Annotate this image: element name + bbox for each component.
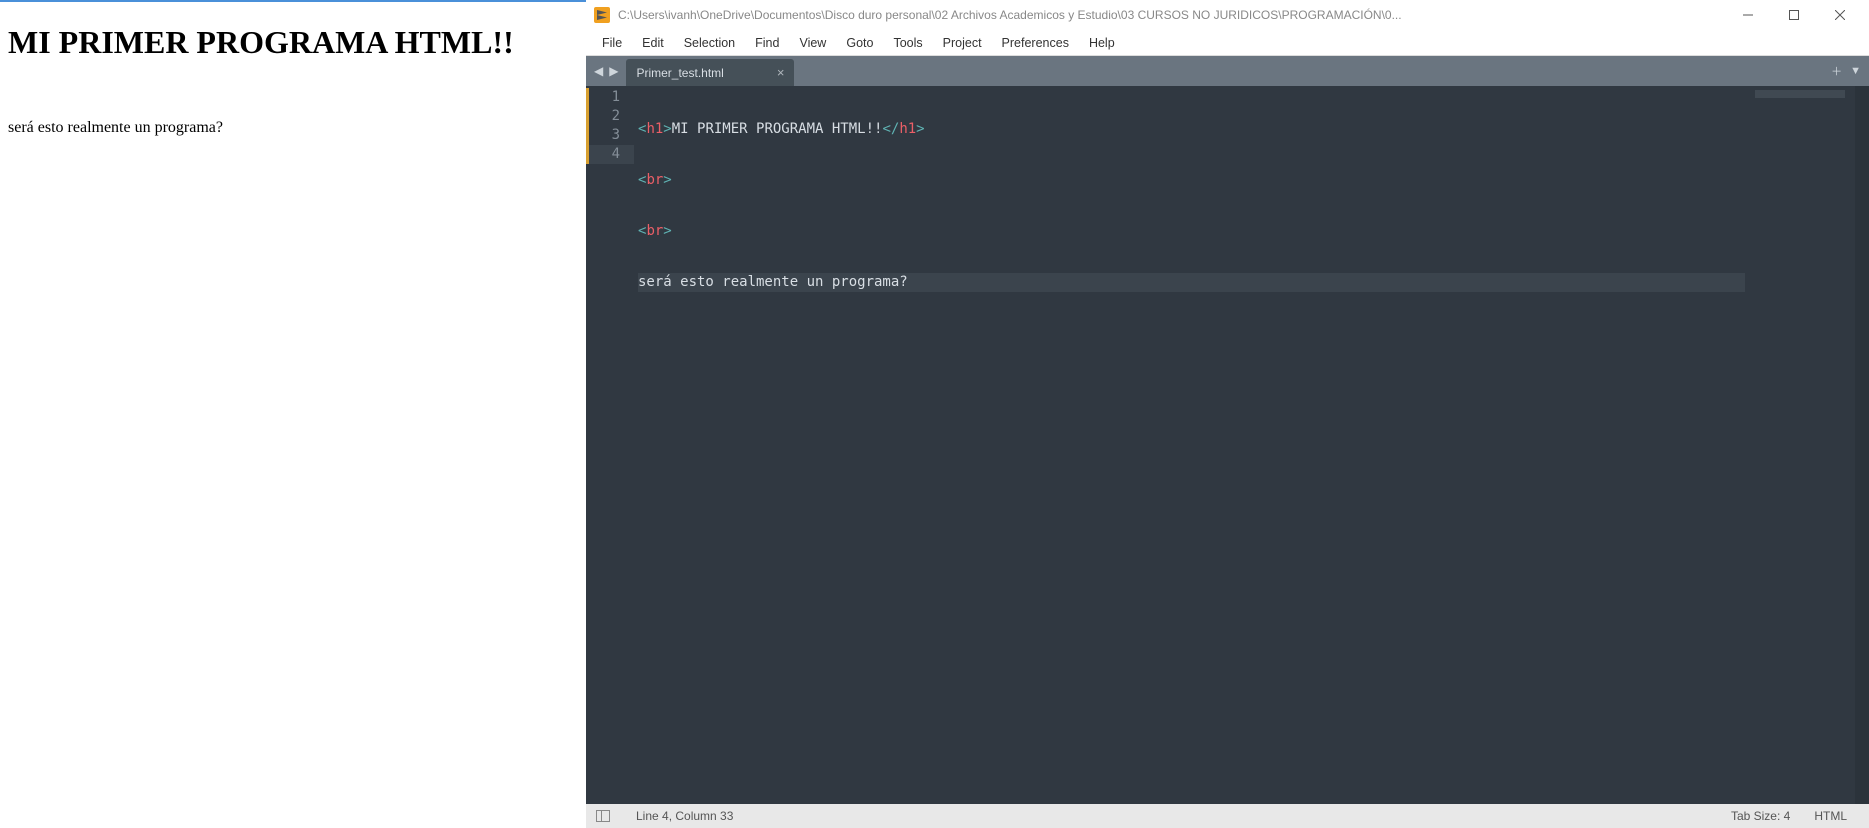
line-number: 2 [586,107,634,126]
line-number: 4 [586,145,634,164]
editor[interactable]: 1 2 3 4 <h1>MI PRIMER PROGRAMA HTML!!</h… [586,86,1869,804]
code-line[interactable]: será esto realmente un programa? [638,273,1745,292]
minimize-button[interactable] [1725,0,1771,30]
window-controls [1725,0,1863,30]
tab-nav: ◀ ▶ [586,56,626,86]
tab-dropdown-icon[interactable]: ▼ [1850,65,1861,77]
code-line[interactable]: <br> [638,171,1745,190]
status-tab-size[interactable]: Tab Size: 4 [1719,809,1802,823]
menu-preferences[interactable]: Preferences [992,32,1079,54]
minimap-content-icon [1755,90,1845,98]
line-number: 1 [586,88,634,107]
page-paragraph: será esto realmente un programa? [8,119,578,137]
code-area[interactable]: <h1>MI PRIMER PROGRAMA HTML!!</h1> <br> … [638,86,1745,804]
sublime-app-icon [594,7,610,23]
menu-edit[interactable]: Edit [632,32,674,54]
new-tab-icon[interactable]: ＋ [1831,63,1842,79]
page-heading: MI PRIMER PROGRAMA HTML!! [8,24,578,61]
status-syntax[interactable]: HTML [1802,809,1859,823]
minimap[interactable] [1745,86,1855,804]
code-line[interactable]: <br> [638,222,1745,241]
tab-primer-test[interactable]: Primer_test.html × [626,59,794,86]
menu-file[interactable]: File [592,32,632,54]
title-path: C:\Users\ivanh\OneDrive\Documentos\Disco… [618,8,1725,22]
tab-forward-icon[interactable]: ▶ [607,62,620,80]
menubar: File Edit Selection Find View Goto Tools… [586,30,1869,56]
maximize-button[interactable] [1771,0,1817,30]
menu-selection[interactable]: Selection [674,32,745,54]
menu-view[interactable]: View [789,32,836,54]
statusbar: Line 4, Column 33 Tab Size: 4 HTML [586,804,1869,828]
menu-help[interactable]: Help [1079,32,1125,54]
tab-close-icon[interactable]: × [777,65,785,80]
code-line[interactable]: <h1>MI PRIMER PROGRAMA HTML!!</h1> [638,120,1745,139]
menu-goto[interactable]: Goto [836,32,883,54]
panel-switch-icon[interactable] [596,810,610,822]
gutter: 1 2 3 4 [586,86,638,804]
tab-back-icon[interactable]: ◀ [592,62,605,80]
tabbar-right-controls: ＋ ▼ [1823,56,1869,86]
status-cursor-position[interactable]: Line 4, Column 33 [624,809,745,823]
menu-tools[interactable]: Tools [883,32,932,54]
menu-project[interactable]: Project [933,32,992,54]
close-window-button[interactable] [1817,0,1863,30]
sublime-window: C:\Users\ivanh\OneDrive\Documentos\Disco… [586,0,1869,828]
browser-preview-pane: MI PRIMER PROGRAMA HTML!! será esto real… [0,0,586,828]
titlebar[interactable]: C:\Users\ivanh\OneDrive\Documentos\Disco… [586,0,1869,30]
menu-find[interactable]: Find [745,32,789,54]
vertical-scrollbar[interactable] [1855,86,1869,804]
line-number: 3 [586,126,634,145]
tabbar: ◀ ▶ Primer_test.html × ＋ ▼ [586,56,1869,86]
tab-label: Primer_test.html [636,66,723,80]
